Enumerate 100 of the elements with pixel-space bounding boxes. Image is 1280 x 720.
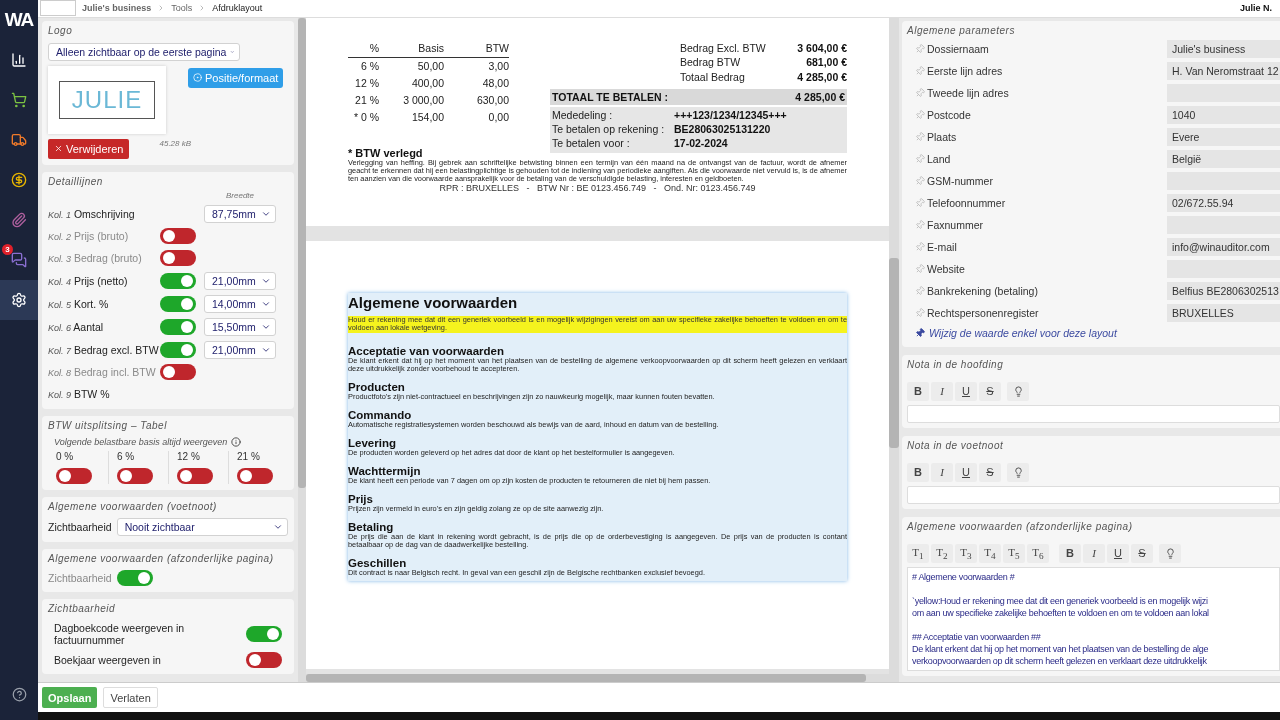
markdown-editor[interactable] bbox=[907, 566, 1280, 671]
dropdown[interactable]: 21,00mm bbox=[204, 271, 276, 290]
toggle-switch[interactable] bbox=[160, 228, 196, 245]
toggle-switch[interactable] bbox=[160, 272, 196, 289]
format-button[interactable]: B bbox=[907, 381, 929, 401]
field-value[interactable]: 1040 bbox=[1167, 105, 1280, 124]
column-label: Kol. 4 Prijs (netto) bbox=[48, 274, 129, 287]
toggle-switch[interactable] bbox=[246, 651, 282, 668]
payment-label: Te betalen voor : bbox=[552, 137, 631, 152]
format-button[interactable]: S bbox=[979, 462, 1001, 482]
format-button[interactable]: U bbox=[955, 381, 977, 401]
table-cell: 630,00 bbox=[444, 91, 509, 109]
rate-label: 6 % bbox=[117, 450, 136, 462]
section-title: Algemene voorwaarden (afzonderlijke pagina) bbox=[48, 551, 275, 566]
table-cell-text: 21 % bbox=[354, 93, 379, 109]
lightbulb-button[interactable] bbox=[1007, 462, 1029, 482]
column-label: Kol. 3 Bedrag (bruto) bbox=[48, 252, 143, 265]
format-button[interactable]: I bbox=[931, 462, 953, 482]
delete-button[interactable]: Verwijderen bbox=[48, 138, 130, 159]
heading-button[interactable]: T$_{3}$ bbox=[955, 543, 977, 563]
heading-button[interactable]: T$_{6}$ bbox=[1027, 543, 1049, 563]
sidebar-item[interactable]: 3 bbox=[0, 240, 38, 280]
field-label: Dossiernaam bbox=[927, 42, 990, 55]
column-label: Kol. 9 BTW % bbox=[48, 388, 111, 401]
column-label: Kol. 5 Kort. % bbox=[48, 297, 110, 310]
toggle-switch[interactable] bbox=[177, 467, 213, 484]
dollar-coin-icon bbox=[11, 172, 27, 188]
section-heading: Prijs bbox=[348, 492, 374, 505]
section-title: Nota in de voetnoot bbox=[907, 438, 1005, 453]
section-title: BTW uitsplitsing – Tabel bbox=[48, 418, 168, 433]
format-button[interactable]: B bbox=[1059, 543, 1081, 563]
field-value[interactable]: BRUXELLES bbox=[1167, 303, 1280, 322]
sidebar-item[interactable] bbox=[0, 280, 38, 320]
user-name[interactable]: Julie N. bbox=[1240, 3, 1272, 14]
note-input[interactable] bbox=[907, 404, 1280, 423]
paperclip-icon bbox=[11, 212, 27, 228]
table-cell: 6 % bbox=[348, 57, 379, 75]
field-label: Rechtspersonenregister bbox=[927, 306, 1040, 319]
format-button[interactable]: U bbox=[1107, 543, 1129, 563]
total-value: 3 604,00 € bbox=[797, 41, 847, 56]
format-button[interactable]: I bbox=[931, 381, 953, 401]
dropdown[interactable]: 87,75mm bbox=[204, 204, 276, 223]
heading-button[interactable]: T$_{5}$ bbox=[1003, 543, 1025, 563]
heading-button[interactable]: T$_{2}$ bbox=[931, 543, 953, 563]
section-title: Algemene voorwaarden (afzonderlijke pagina) bbox=[907, 519, 1134, 534]
field-value[interactable]: info@winauditor.com bbox=[1167, 237, 1280, 256]
heading-button[interactable]: T$_{4}$ bbox=[979, 543, 1001, 563]
lightbulb-button[interactable] bbox=[1007, 381, 1029, 401]
dropdown[interactable]: 21,00mm bbox=[204, 340, 276, 359]
lightbulb-icon bbox=[1012, 466, 1024, 478]
lightbulb-button[interactable] bbox=[1159, 543, 1181, 563]
layout-note-link[interactable]: Wijzig de waarde enkel voor deze layout bbox=[929, 326, 1117, 339]
toggle-switch[interactable] bbox=[160, 364, 196, 381]
dropdown[interactable]: Nooit zichtbaar bbox=[116, 517, 288, 536]
format-button[interactable]: B bbox=[907, 462, 929, 482]
help-icon[interactable] bbox=[11, 687, 27, 702]
toggle-switch[interactable] bbox=[117, 467, 153, 484]
toggle-switch[interactable] bbox=[237, 467, 273, 484]
format-button[interactable]: I bbox=[1083, 543, 1105, 563]
field-value[interactable]: België bbox=[1167, 149, 1280, 168]
payment-label: Te betalen op rekening : bbox=[552, 123, 666, 138]
toggle-switch[interactable] bbox=[246, 625, 282, 642]
format-button[interactable]: S bbox=[1131, 543, 1153, 563]
field-value[interactable]: Belfius BE2806302513 bbox=[1167, 281, 1280, 300]
field-value[interactable]: Julie's business bbox=[1167, 39, 1280, 58]
chart-icon bbox=[11, 52, 27, 68]
breadcrumb-item[interactable]: Afdruklayout bbox=[212, 3, 263, 14]
column-label: Kol. 7 Bedrag excl. BTW bbox=[48, 343, 160, 356]
section-title: Nota in de hoofding bbox=[907, 357, 1005, 372]
breadcrumb-item[interactable]: Julie's business bbox=[82, 3, 152, 14]
format-button[interactable]: S bbox=[979, 381, 1001, 401]
table-cell: 50,00 bbox=[379, 57, 444, 75]
dropdown[interactable]: Alleen zichtbaar op de eerste pagina bbox=[48, 42, 240, 61]
format-button[interactable]: U bbox=[955, 462, 977, 482]
toggle-switch[interactable] bbox=[160, 250, 196, 267]
toggle-switch[interactable] bbox=[56, 467, 92, 484]
heading-button[interactable]: T$_{1}$ bbox=[907, 543, 929, 563]
toggle-switch[interactable] bbox=[160, 318, 196, 335]
dropdown[interactable]: 14,00mm bbox=[204, 294, 276, 313]
field-label: Telefoonnummer bbox=[927, 196, 1007, 209]
truck-icon bbox=[11, 132, 27, 148]
field-value[interactable]: 02/672.55.94 bbox=[1167, 193, 1280, 212]
rate-label: 21 % bbox=[237, 450, 261, 462]
breadcrumb-item[interactable]: Tools bbox=[171, 3, 193, 14]
toggle-switch[interactable] bbox=[116, 569, 153, 586]
rate-label: 12 % bbox=[177, 450, 201, 462]
section-title: Algemene parameters bbox=[907, 23, 1016, 38]
field-value[interactable]: H. Van Neromstraat 12 bbox=[1167, 61, 1280, 80]
toggle-switch[interactable] bbox=[160, 295, 196, 312]
note-input[interactable] bbox=[907, 485, 1280, 504]
lightbulb-icon bbox=[1164, 547, 1176, 559]
leave-button[interactable]: Verlaten bbox=[103, 687, 158, 708]
table-cell: 48,00 bbox=[444, 74, 509, 92]
field-label: Land bbox=[927, 152, 952, 165]
dropdown[interactable]: 15,50mm bbox=[204, 317, 276, 336]
section-heading: Acceptatie van voorwaarden bbox=[348, 344, 505, 357]
cart-icon bbox=[11, 92, 27, 108]
field-value[interactable]: Evere bbox=[1167, 127, 1280, 146]
toggle-switch[interactable] bbox=[160, 341, 196, 358]
column-label: Kol. 8 Bedrag incl. BTW bbox=[48, 366, 157, 379]
